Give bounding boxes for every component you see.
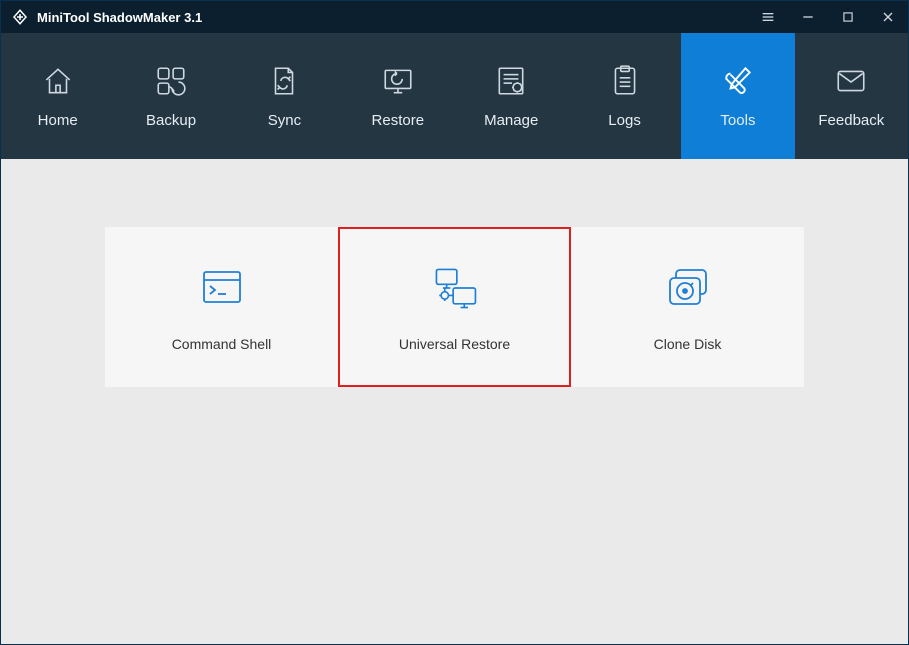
logs-icon [608,64,642,98]
nav-label: Tools [720,112,755,129]
app-window: MiniTool ShadowMaker 3.1 [0,0,909,645]
nav-manage[interactable]: Manage [455,33,568,159]
restore-icon [381,64,415,98]
terminal-icon [196,262,248,314]
nav-sync[interactable]: Sync [228,33,341,159]
tool-label: Clone Disk [654,336,722,352]
nav-feedback[interactable]: Feedback [795,33,908,159]
nav-backup[interactable]: Backup [114,33,227,159]
nav-label: Home [38,112,78,129]
tool-clone-disk[interactable]: Clone Disk [571,227,804,387]
tools-icon [721,64,755,98]
nav-label: Manage [484,112,538,129]
nav-label: Logs [608,112,641,129]
universal-restore-icon [429,262,481,314]
nav-restore[interactable]: Restore [341,33,454,159]
main-nav: Home Backup Sync [1,33,908,159]
tool-label: Universal Restore [399,336,510,352]
tool-universal-restore[interactable]: Universal Restore [338,227,571,387]
clone-disk-icon [662,262,714,314]
nav-home[interactable]: Home [1,33,114,159]
sync-icon [267,64,301,98]
tool-command-shell[interactable]: Command Shell [105,227,338,387]
close-button[interactable] [868,1,908,33]
nav-label: Feedback [818,112,884,129]
nav-label: Sync [268,112,301,129]
app-logo-icon [11,8,29,26]
feedback-icon [834,64,868,98]
content-area: Command Shell Universal Restore [1,159,908,644]
nav-tools[interactable]: Tools [681,33,794,159]
home-icon [41,64,75,98]
backup-icon [154,64,188,98]
tool-label: Command Shell [172,336,272,352]
titlebar: MiniTool ShadowMaker 3.1 [1,1,908,33]
tools-row: Command Shell Universal Restore [105,227,804,387]
nav-label: Restore [372,112,425,129]
manage-icon [494,64,528,98]
app-title: MiniTool ShadowMaker 3.1 [37,10,202,25]
nav-label: Backup [146,112,196,129]
menu-button[interactable] [748,1,788,33]
maximize-button[interactable] [828,1,868,33]
minimize-button[interactable] [788,1,828,33]
nav-logs[interactable]: Logs [568,33,681,159]
